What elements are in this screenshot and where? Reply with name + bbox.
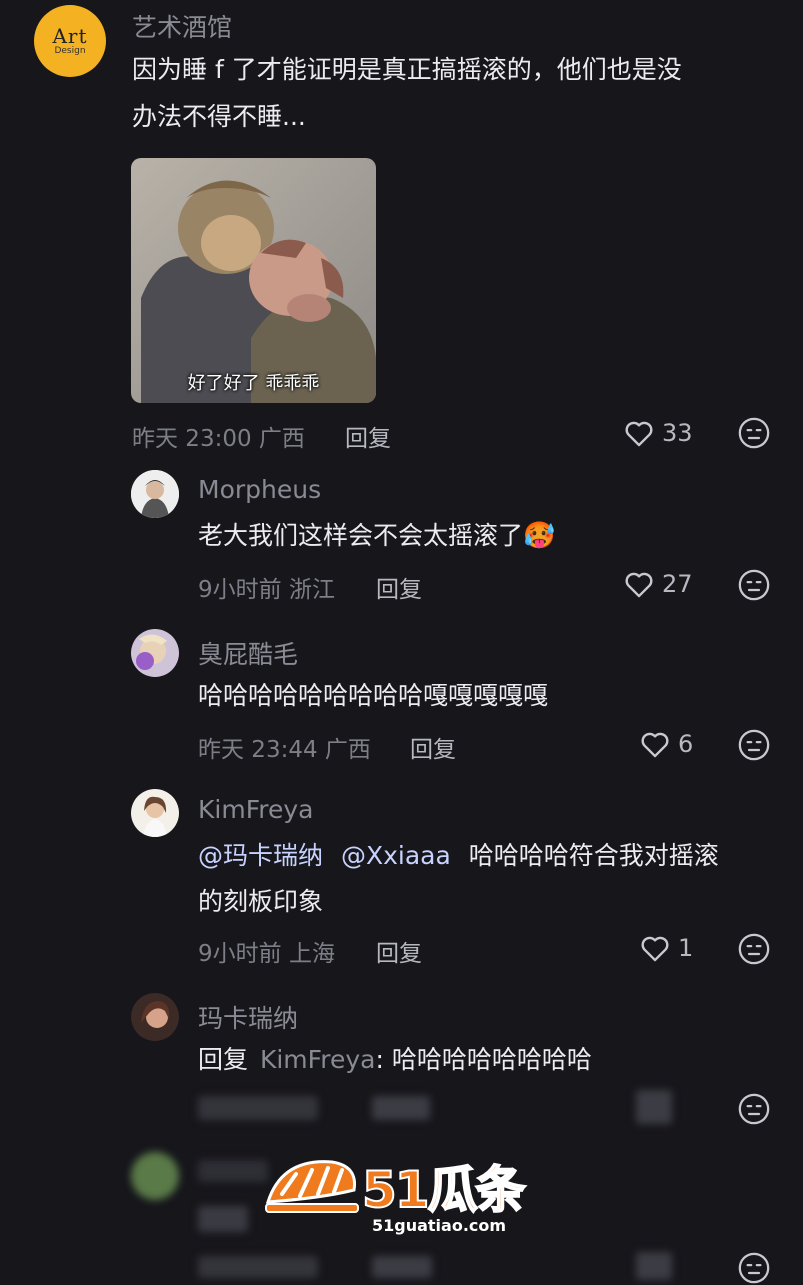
comment-text: 老大我们这样会不会太摇滚了🥵 [198, 521, 556, 551]
blurred-text [198, 1206, 248, 1232]
heart-icon [625, 421, 653, 447]
reply-button[interactable]: 回复 [376, 934, 422, 968]
comment-meta: 昨天 23:44 广西 [198, 737, 371, 763]
reply-button[interactable]: 回复 [410, 730, 456, 764]
comment-text: 回复 KimFreya: 哈哈哈哈哈哈哈哈 [198, 1045, 592, 1074]
username[interactable]: 玛卡瑞纳 [198, 999, 298, 1035]
like-count: 6 [678, 730, 694, 758]
blurred-meta [198, 1256, 318, 1278]
avatar-morpheus[interactable] [131, 470, 179, 518]
avatar-art-design[interactable]: Art Design [34, 5, 106, 77]
mention-link[interactable]: @Xxiaaa [341, 841, 451, 870]
blurred-reply [372, 1096, 430, 1120]
watermark-logo: 51瓜条 51guatiao.com [262, 1150, 552, 1240]
like-button[interactable]: 1 [638, 931, 693, 965]
comment-meta: 9小时前 浙江 [198, 577, 335, 603]
heart-icon [625, 572, 653, 598]
username[interactable]: 艺术酒馆 [132, 8, 232, 44]
comment-text: 哈哈哈哈哈哈哈哈哈嘎嘎嘎嘎嘎 [198, 681, 549, 710]
comment-meta: 昨天 23:00 广西 [132, 426, 305, 452]
comment-text-line: 办法不得不睡... [132, 102, 306, 131]
avatar-picture [131, 470, 179, 518]
like-count: 27 [662, 570, 693, 598]
meme-picture [131, 158, 376, 403]
mention-link[interactable]: @玛卡瑞纳 [198, 841, 323, 870]
dislike-face-icon[interactable] [737, 932, 771, 966]
reply-to-user[interactable]: KimFreya [260, 1045, 375, 1074]
like-button[interactable]: 27 [622, 567, 693, 601]
avatar-user[interactable] [131, 993, 179, 1041]
meme-caption: 好了好了 乖乖乖 [187, 373, 320, 394]
like-button[interactable]: 33 [622, 416, 693, 450]
avatar-picture [131, 993, 179, 1041]
dislike-face-icon[interactable] [737, 1092, 771, 1126]
dislike-face-icon[interactable] [737, 568, 771, 602]
like-button[interactable]: 6 [638, 727, 693, 761]
avatar-user[interactable] [131, 629, 179, 677]
comment-text-line: 因为睡 f 了才能证明是真正搞摇滚的，他们也是没 [132, 55, 682, 84]
watermark-url: 51guatiao.com [372, 1216, 507, 1235]
dislike-face-icon[interactable] [737, 416, 771, 450]
comment-text-line: 的刻板印象 [198, 887, 324, 916]
comment-meta: 9小时前 上海 [198, 941, 335, 967]
reply-button[interactable]: 回复 [376, 570, 422, 604]
username[interactable]: KimFreya [198, 795, 313, 824]
avatar-kimfreya[interactable] [131, 789, 179, 837]
comment-text-line: @玛卡瑞纳 @Xxiaaa 哈哈哈哈符合我对摇滚 [198, 841, 719, 870]
blurred-reply [372, 1256, 432, 1278]
username[interactable]: 臭屁酷毛 [198, 635, 298, 671]
heart-icon [641, 936, 669, 962]
blurred-like [636, 1090, 672, 1124]
face-emoji-icon: 🥵 [523, 521, 556, 551]
like-count: 33 [662, 419, 693, 447]
heart-icon [641, 732, 669, 758]
dislike-face-icon[interactable] [737, 728, 771, 762]
comment-meme-image[interactable]: 好了好了 乖乖乖 [131, 158, 376, 403]
blurred-username [198, 1160, 268, 1182]
avatar-picture [131, 629, 179, 677]
blurred-like [636, 1252, 672, 1280]
reply-button[interactable]: 回复 [345, 419, 391, 453]
watermark-brand: 51瓜条 [361, 1160, 527, 1220]
avatar-picture [131, 789, 179, 837]
like-count: 1 [678, 934, 694, 962]
username[interactable]: Morpheus [198, 475, 321, 504]
blurred-avatar [131, 1152, 179, 1200]
blurred-meta [198, 1096, 318, 1120]
melon-logo-icon [265, 1160, 359, 1213]
